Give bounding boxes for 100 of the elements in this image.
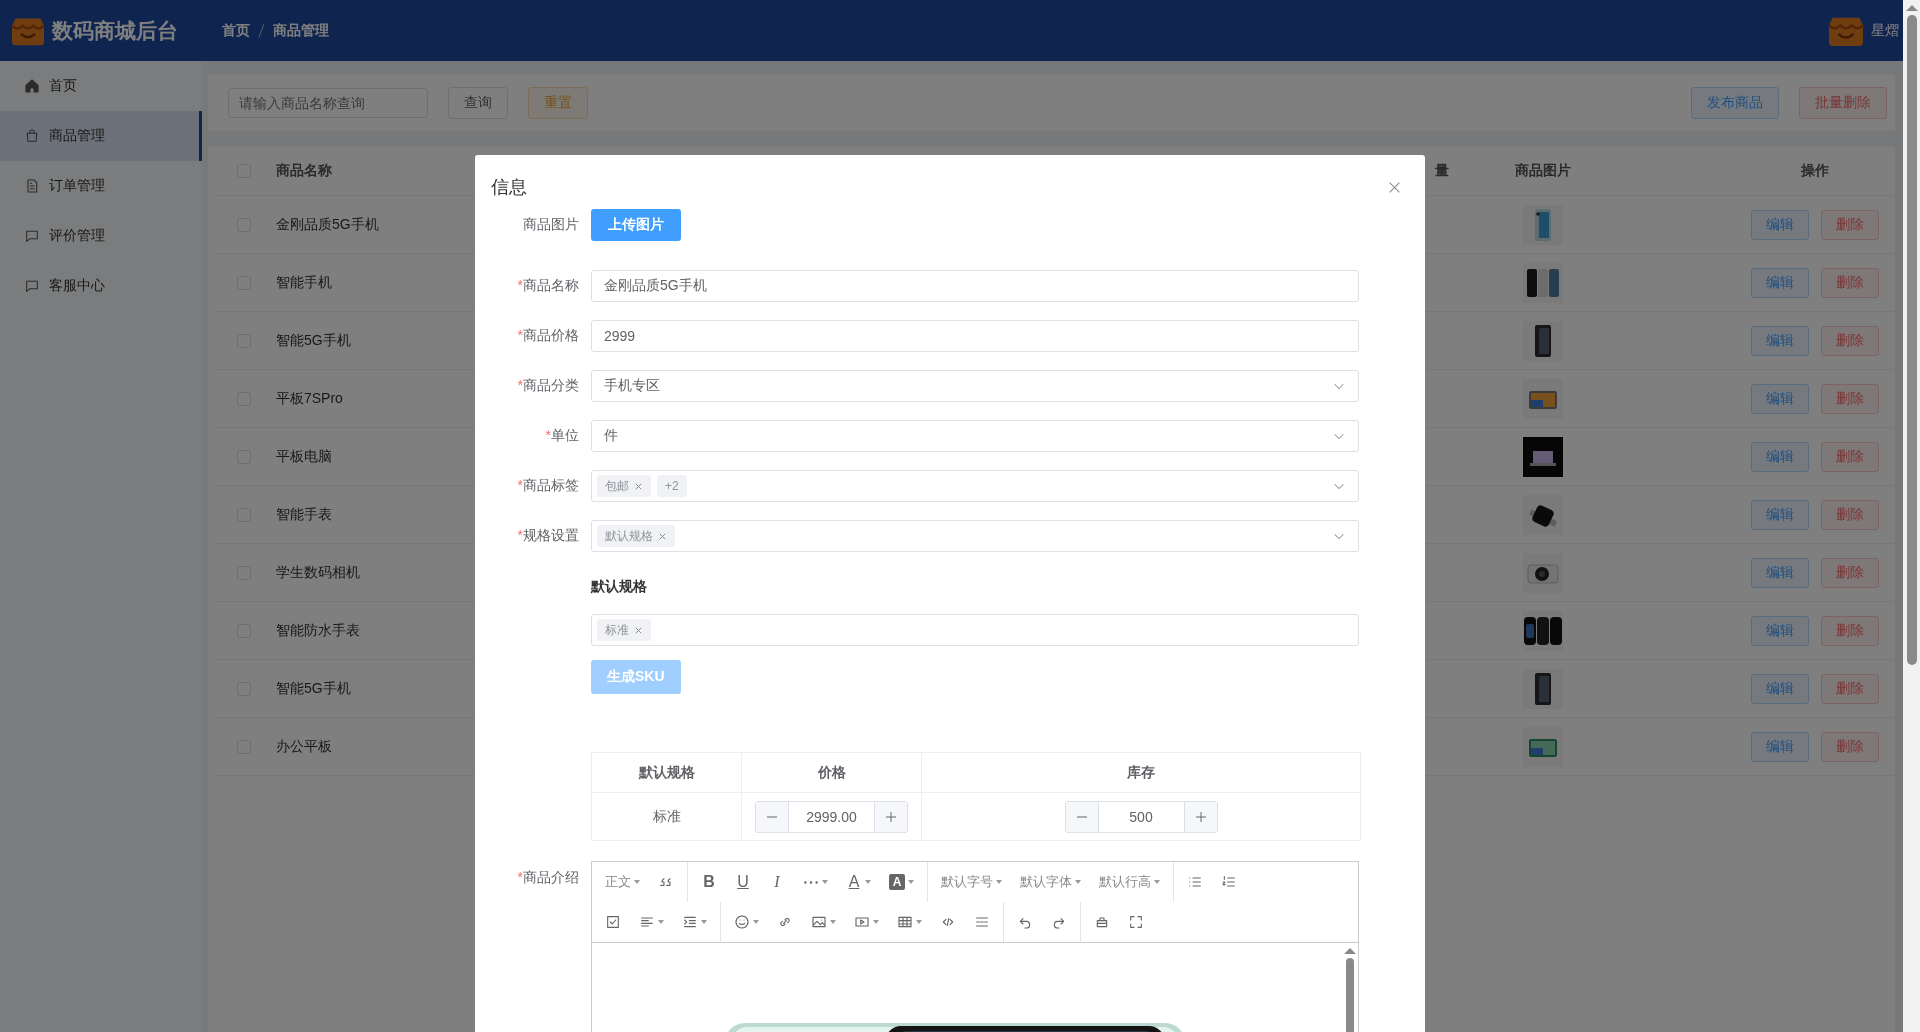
- delete-button[interactable]: 删除: [1821, 673, 1879, 704]
- product-name: 智能防水手表: [276, 621, 360, 640]
- sidebar-item[interactable]: 订单管理: [0, 161, 202, 211]
- breadcrumb-item[interactable]: 首页: [222, 21, 250, 40]
- caret-icon: [822, 880, 828, 884]
- multi-select-field[interactable]: 包邮 +2: [591, 470, 1359, 502]
- delete-button[interactable]: 删除: [1821, 499, 1879, 530]
- delete-button[interactable]: 删除: [1821, 557, 1879, 588]
- increase-button[interactable]: [1184, 801, 1217, 832]
- toolbar-button[interactable]: U: [729, 867, 757, 897]
- text-field[interactable]: 2999: [591, 320, 1359, 352]
- sidebar-item[interactable]: 商品管理: [0, 111, 202, 161]
- scrollbar[interactable]: [1903, 0, 1920, 1032]
- column-header: 商品图片: [1514, 162, 1571, 180]
- edit-button[interactable]: 编辑: [1751, 615, 1809, 646]
- dialog-title: 信息: [491, 176, 527, 199]
- caret-icon: [753, 920, 759, 924]
- chat-icon: [24, 228, 40, 244]
- field-label: *单位: [544, 427, 580, 445]
- caret-icon: [916, 920, 922, 924]
- edit-button[interactable]: 编辑: [1751, 441, 1809, 472]
- product-name: 智能手表: [276, 505, 332, 524]
- field-label: *商品标签: [516, 477, 580, 495]
- multi-select-field[interactable]: 默认规格: [591, 520, 1359, 552]
- delete-button[interactable]: 删除: [1821, 441, 1879, 472]
- breadcrumb-item[interactable]: 商品管理: [273, 21, 329, 40]
- field-label: *商品名称: [516, 277, 580, 295]
- delete-button[interactable]: 删除: [1821, 267, 1879, 298]
- field-label: *规格设置: [516, 527, 580, 545]
- toolbar-dropdown[interactable]: 默认字号: [935, 867, 1008, 897]
- column-header: 价格: [817, 763, 846, 782]
- plus-icon: [885, 810, 897, 823]
- edit-button[interactable]: 编辑: [1751, 267, 1809, 298]
- delete-button[interactable]: 删除: [1821, 615, 1879, 646]
- emoji-icon: [734, 914, 750, 930]
- select-field[interactable]: 手机专区: [591, 370, 1359, 402]
- toolbar-button[interactable]: I: [763, 867, 791, 897]
- search-field[interactable]: 请输入商品名称查询: [228, 88, 428, 118]
- select-field[interactable]: 件: [591, 420, 1359, 452]
- sidebar-item[interactable]: 客服中心: [0, 261, 202, 311]
- field-label: 商品图片: [522, 216, 580, 234]
- filter-button[interactable]: 查询: [448, 87, 508, 119]
- sidebar-item[interactable]: 评价管理: [0, 211, 202, 261]
- caret-icon: [908, 880, 914, 884]
- delete-button[interactable]: 删除: [1821, 325, 1879, 356]
- column-header: 操作: [1801, 162, 1829, 180]
- table-cell: 标准: [652, 807, 681, 826]
- home-icon: [24, 78, 40, 94]
- caret-icon: [701, 920, 707, 924]
- close-icon[interactable]: [658, 531, 667, 541]
- toolbar-dropdown[interactable]: 默认行高: [1093, 867, 1166, 897]
- close-icon[interactable]: [634, 481, 643, 491]
- edit-button[interactable]: 编辑: [1751, 325, 1809, 356]
- edit-button[interactable]: 编辑: [1751, 383, 1809, 414]
- edit-button[interactable]: 编辑: [1751, 209, 1809, 240]
- field-label: *商品介绍: [516, 868, 580, 887]
- edit-button[interactable]: 编辑: [1751, 499, 1809, 530]
- field-label: *商品分类: [516, 377, 580, 395]
- upload-button[interactable]: 上传图片: [591, 209, 681, 241]
- action-button[interactable]: 发布商品: [1691, 87, 1779, 119]
- delete-button[interactable]: 删除: [1821, 383, 1879, 414]
- document-icon: [24, 178, 40, 194]
- fullscreen-icon: [1128, 914, 1144, 930]
- more-icon: [803, 879, 819, 885]
- numbered-list-icon: [1221, 874, 1237, 890]
- product-name: 办公平板: [276, 737, 332, 756]
- caret-icon: [1154, 880, 1160, 884]
- bag-icon: [24, 128, 40, 144]
- increase-button[interactable]: [875, 801, 907, 832]
- spec-values-field[interactable]: 标准: [591, 614, 1359, 646]
- indent-icon: [682, 914, 698, 930]
- edit-button[interactable]: 编辑: [1751, 673, 1809, 704]
- user-name[interactable]: 星熠: [1871, 21, 1899, 40]
- decrease-button[interactable]: [756, 801, 788, 832]
- delete-button[interactable]: 删除: [1821, 209, 1879, 240]
- sidebar-item[interactable]: 首页: [0, 61, 202, 111]
- close-icon[interactable]: [634, 625, 643, 635]
- toolbar-button[interactable]: A: [840, 867, 877, 897]
- toolbar-dropdown[interactable]: 默认字体: [1014, 867, 1087, 897]
- edit-button[interactable]: 编辑: [1751, 731, 1809, 762]
- caret-icon: [634, 880, 640, 884]
- toolbar-button[interactable]: A: [883, 867, 920, 897]
- edit-button[interactable]: 编辑: [1751, 557, 1809, 588]
- close-icon[interactable]: [1388, 180, 1401, 194]
- delete-button[interactable]: 删除: [1821, 731, 1879, 762]
- image-icon: [811, 914, 827, 930]
- product-name: 平板7SPro: [276, 389, 343, 408]
- table-icon: [897, 914, 913, 930]
- plus-icon: [1194, 810, 1207, 823]
- toolbar-button[interactable]: B: [695, 867, 723, 897]
- caret-icon: [865, 880, 871, 884]
- toolbar-dropdown[interactable]: 正文: [599, 867, 646, 897]
- text-field[interactable]: 金刚品质5G手机: [591, 270, 1359, 302]
- product-name: 智能手机: [276, 273, 332, 292]
- filter-button[interactable]: 重置: [528, 87, 588, 119]
- action-button[interactable]: 批量删除: [1799, 87, 1887, 119]
- column-header: 库存: [1127, 763, 1155, 782]
- chat-icon: [24, 278, 40, 294]
- product-name: 平板电脑: [276, 447, 332, 466]
- product-name: 智能5G手机: [276, 331, 351, 350]
